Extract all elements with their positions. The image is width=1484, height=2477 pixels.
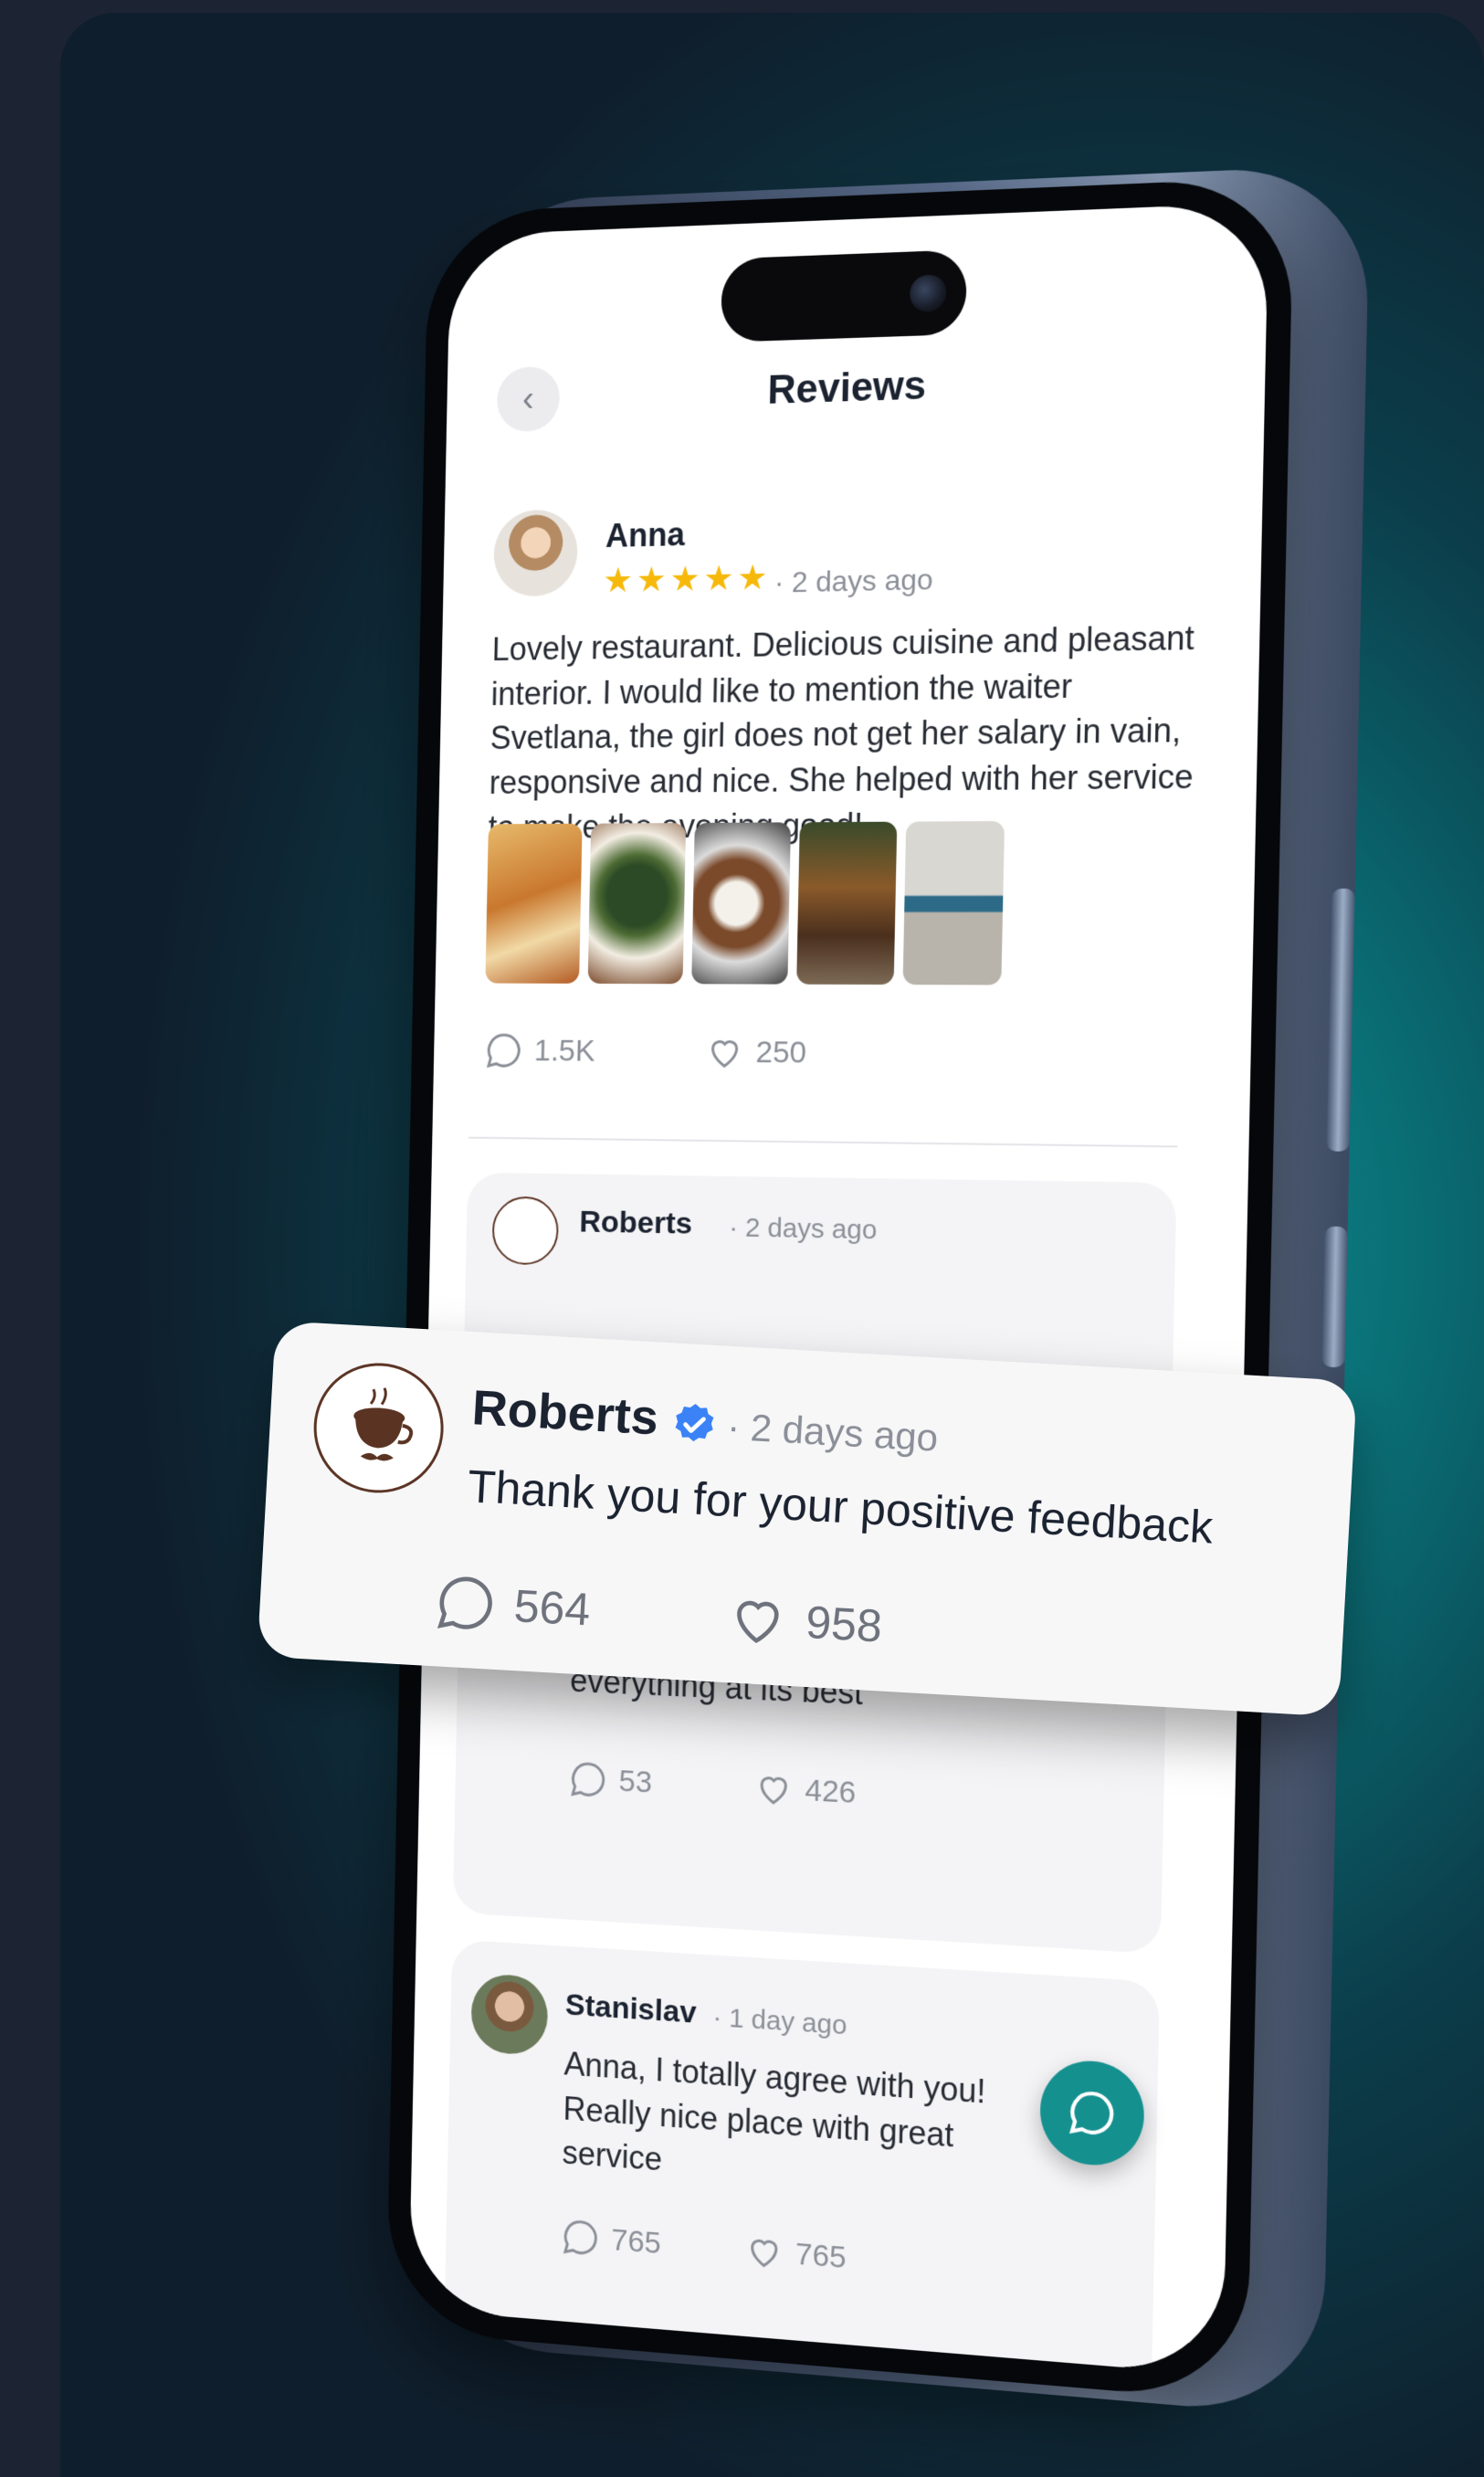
review-author[interactable]: Anna [605, 515, 686, 554]
restaurant-logo [491, 1196, 560, 1266]
like-count-value: 250 [755, 1034, 807, 1070]
comment-count-value: 53 [618, 1763, 653, 1799]
heart-icon [753, 1766, 795, 1810]
reply-card: Stanislav · 1 day ago Anna, I totally ag… [444, 1939, 1161, 2376]
camera-lens [909, 274, 947, 312]
reply-time: · 2 days ago [728, 1212, 878, 1246]
comment-icon [483, 1029, 523, 1070]
like-count-value: 958 [804, 1596, 884, 1652]
heart-icon [737, 1600, 779, 1644]
comment-count[interactable]: 765 [560, 2215, 661, 2264]
comment-count-value: 564 [512, 1580, 592, 1636]
noodle-dish-photo[interactable] [485, 823, 583, 984]
dynamic-island [721, 249, 968, 343]
restaurant-logo [310, 1359, 447, 1497]
star-rating: ★★★★★ [602, 558, 772, 601]
page-title: Reviews [766, 363, 927, 413]
review-time: · 2 days ago [774, 563, 934, 599]
reply-author[interactable]: Roberts [579, 1205, 692, 1242]
reply-text: Anna, I totally agree with you! Really n… [562, 2044, 986, 2178]
like-count-value: 765 [795, 2236, 847, 2275]
reply-time: · 2 days ago [726, 1404, 940, 1460]
avatar[interactable] [492, 509, 579, 597]
salad-dish-photo[interactable] [587, 823, 687, 985]
rice-dish-photo[interactable] [691, 822, 792, 985]
phone-side-button [1321, 1226, 1348, 1368]
highlighted-reply-card[interactable]: Roberts · 2 days ago Thank you for your … [257, 1321, 1358, 1717]
avatar[interactable] [470, 1972, 549, 2057]
verified-badge-icon [669, 1399, 720, 1454]
background-canvas: ‹ Reviews Anna ★★★★★ · 2 days ago Lovely… [60, 13, 1484, 2477]
reply-author[interactable]: Stanislav [565, 1987, 697, 2031]
review-card: Anna ★★★★★ · 2 days ago Lovely restauran… [450, 202, 1268, 236]
like-count[interactable]: 426 [753, 1766, 857, 1813]
review-photos [485, 820, 1005, 986]
comment-count-value: 765 [610, 2222, 662, 2261]
restaurant-interior-photo[interactable] [796, 821, 898, 986]
comment-count-value: 1.5K [533, 1033, 596, 1069]
comment-count[interactable]: 53 [568, 1758, 653, 1804]
comment-icon [568, 1758, 609, 1801]
like-count[interactable]: 250 [704, 1031, 807, 1074]
review-text: Lovely restaurant. Delicious cuisine and… [488, 618, 1195, 845]
comment-count[interactable]: 1.5K [483, 1029, 595, 1071]
chat-bubble-icon [1066, 2085, 1119, 2141]
reply-text: Thank you for your positive feedback [466, 1460, 1215, 1554]
restaurant-exterior-photo[interactable] [902, 820, 1005, 986]
phone-mockup: ‹ Reviews Anna ★★★★★ · 2 days ago Lovely… [385, 163, 1371, 2427]
reply-author[interactable]: Roberts [470, 1379, 659, 1446]
phone-body: ‹ Reviews Anna ★★★★★ · 2 days ago Lovely… [385, 176, 1294, 2402]
like-count-value: 426 [805, 1772, 857, 1810]
like-count[interactable]: 958 [724, 1586, 884, 1658]
divider [468, 1136, 1178, 1148]
reply-time: · 1 day ago [712, 2002, 847, 2041]
phone-side-button [1326, 888, 1355, 1152]
coffee-cup-logo-icon [353, 1387, 414, 1461]
heart-icon [743, 2229, 785, 2274]
comment-icon [437, 1576, 492, 1629]
comment-icon [560, 2215, 601, 2260]
phone-screen: ‹ Reviews Anna ★★★★★ · 2 days ago Lovely… [408, 202, 1269, 2376]
heart-icon [704, 1031, 746, 1073]
comment-count[interactable]: 564 [432, 1569, 592, 1641]
like-count[interactable]: 765 [743, 2229, 847, 2279]
